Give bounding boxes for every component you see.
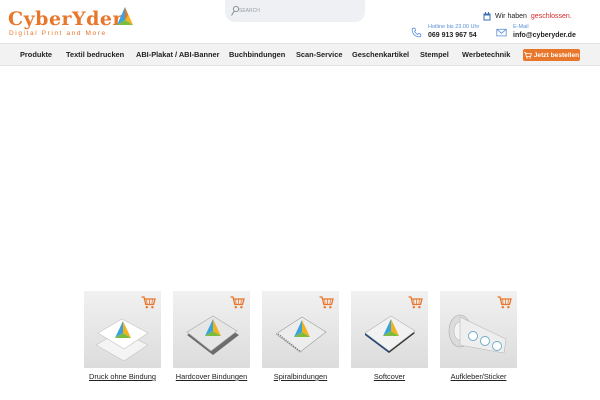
brand-wordmark: CyberYder [8,8,123,30]
email-address[interactable]: info@cyberyder.de [513,31,576,40]
hardcover-book-icon [186,315,239,355]
nav-item-produkte[interactable]: Produkte [20,44,52,65]
nav-item-textil-bedrucken[interactable]: Textil bedrucken [66,44,124,65]
search-bar [225,0,365,22]
product-label[interactable]: Aufkleber/Sticker [425,372,532,381]
status-state: geschlossen. [530,12,572,20]
softcover-book-icon [364,315,416,353]
loose-sheets-icon [95,318,149,362]
cart-icon [523,51,532,59]
nav-item-geschenkartikel[interactable]: Geschenkartikel [352,44,409,65]
nav-item-scan-service[interactable]: Scan-Service [296,44,342,65]
search-input[interactable] [239,3,359,19]
product-tile [262,291,339,368]
product-card[interactable]: Spiralbindungen [262,290,339,382]
sticker-roll-icon [448,314,507,354]
hotline-contact[interactable]: Hotline bis 23.00 Uhr 069 913 967 54 [411,24,479,40]
product-card[interactable]: Softcover [351,290,428,382]
order-now-label: Jetzt bestellen [533,51,580,59]
brand-tagline: Digital Print and More [9,30,107,37]
email-label: E-Mail [513,24,529,30]
nav-item-abi-plakat[interactable]: ABI-Plakat / ABI-Banner [136,44,220,65]
hotline-number[interactable]: 069 913 967 54 [428,31,479,40]
brand-logo[interactable]: CyberYder Digital Print and More [8,6,133,40]
product-card[interactable]: Aufkleber/Sticker [440,290,517,382]
product-tile [351,291,428,368]
nav-item-werbetechnik[interactable]: Werbetechnik [462,44,510,65]
spiral-notebook-icon [275,316,327,353]
main-nav: Produkte Textil bedrucken ABI-Plakat / A… [0,43,600,66]
product-tile [173,291,250,368]
order-now-button[interactable]: Jetzt bestellen [523,49,580,61]
calendar-icon [483,11,491,20]
status-prefix: Wir haben [495,12,527,20]
nav-item-stempel[interactable]: Stempel [420,44,449,65]
phone-icon [411,27,422,38]
email-contact[interactable]: E-Mail info@cyberyder.de [496,24,576,40]
product-tile [84,291,161,368]
hotline-label: Hotline bis 23.00 Uhr [428,24,480,30]
logo-pyramid-icon [117,7,133,25]
opening-status: Wir haben geschlossen. [483,11,572,21]
site-header: CyberYder Digital Print and More Wir hab… [0,0,600,43]
product-card[interactable]: Hardcover Bindungen [173,290,250,382]
email-text: E-Mail info@cyberyder.de [513,24,576,40]
hotline-text: Hotline bis 23.00 Uhr 069 913 967 54 [428,24,479,40]
product-card[interactable]: Druck ohne Bindung [84,290,161,382]
envelope-icon [496,28,507,37]
nav-item-buchbindungen[interactable]: Buchbindungen [229,44,285,65]
product-grid: Druck ohne Bindung Hardcover Bindungen S… [0,290,600,390]
product-tile [440,291,517,368]
